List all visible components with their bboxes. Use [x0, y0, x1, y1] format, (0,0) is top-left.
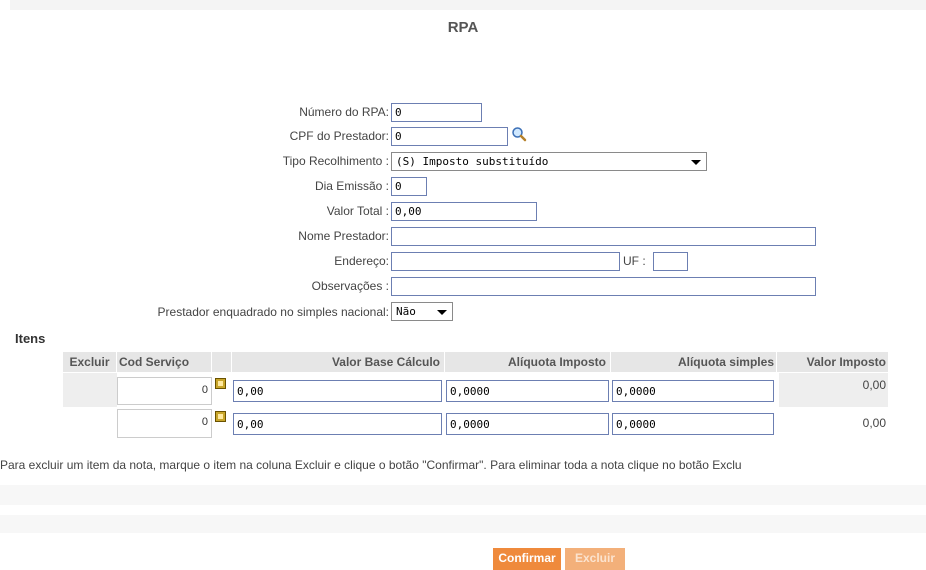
- top-bar: [10, 0, 926, 10]
- valor-label: Valor Total :: [326, 204, 389, 218]
- col-cod-servico: Cod Serviço: [117, 352, 212, 372]
- simples-value: Não: [396, 305, 416, 318]
- excluir-cell: [63, 373, 117, 407]
- itens-title: Itens: [15, 331, 46, 346]
- simples-label: Prestador enquadrado no simples nacional…: [157, 305, 389, 319]
- cpf-input[interactable]: [391, 127, 508, 146]
- col-aliquota-simples: Alíquota simples: [611, 352, 777, 372]
- chevron-down-icon: [691, 160, 701, 165]
- search-icon[interactable]: [511, 126, 527, 142]
- row-2-aliquota-input[interactable]: [446, 413, 609, 435]
- endereco-label: Endereço:: [334, 254, 389, 268]
- row-1-valor-imposto: 0,00: [862, 378, 886, 392]
- chevron-down-icon: [437, 310, 447, 315]
- row-2-valor-imposto: 0,00: [862, 416, 886, 430]
- table-row-2-cod: 0: [117, 409, 212, 438]
- uf-label: UF :: [623, 254, 646, 268]
- row-1-aliquota-input[interactable]: [446, 380, 609, 402]
- col-valor-base: Valor Base Cálculo: [232, 352, 445, 372]
- row-2-base-input[interactable]: [233, 413, 442, 435]
- tipo-recolhimento-select[interactable]: (S) Imposto substituído: [391, 152, 707, 171]
- cpf-label: CPF do Prestador:: [289, 129, 389, 143]
- instructions-note: Para excluir um item da nota, marque o i…: [0, 458, 742, 472]
- simples-select[interactable]: Não: [391, 302, 453, 321]
- col-excluir: Excluir: [63, 352, 117, 372]
- valor-total-input[interactable]: [391, 202, 537, 221]
- numero-label: Número do RPA:: [299, 105, 389, 119]
- footer-stripe: [0, 515, 926, 533]
- row-2-simples-input[interactable]: [612, 413, 774, 435]
- confirmar-button[interactable]: Confirmar: [493, 548, 561, 570]
- edit-icon[interactable]: [215, 411, 226, 422]
- row-1-simples-input[interactable]: [612, 380, 774, 402]
- edit-icon[interactable]: [215, 378, 226, 389]
- observacoes-label: Observações :: [311, 279, 389, 293]
- observacoes-input[interactable]: [391, 277, 816, 296]
- footer-stripe: [0, 485, 926, 505]
- excluir-button[interactable]: Excluir: [565, 548, 625, 570]
- page-title: RPA: [447, 19, 479, 36]
- dia-emissao-input[interactable]: [391, 177, 427, 196]
- col-valor-imposto: Valor Imposto: [777, 352, 888, 372]
- col-aliquota-imposto: Alíquota Imposto: [445, 352, 611, 372]
- nome-prestador-input[interactable]: [391, 227, 816, 246]
- row-1-base-input[interactable]: [233, 380, 442, 402]
- endereco-input[interactable]: [391, 252, 620, 271]
- tipo-recolhimento-value: (S) Imposto substituído: [396, 155, 549, 168]
- numero-input[interactable]: [391, 103, 482, 122]
- nome-label: Nome Prestador:: [298, 229, 389, 243]
- dia-label: Dia Emissão :: [314, 179, 389, 193]
- col-icon: [212, 352, 232, 372]
- tipo-label: Tipo Recolhimento :: [282, 154, 389, 168]
- table-row-1-cod: 0: [117, 377, 212, 405]
- uf-input[interactable]: [653, 252, 688, 271]
